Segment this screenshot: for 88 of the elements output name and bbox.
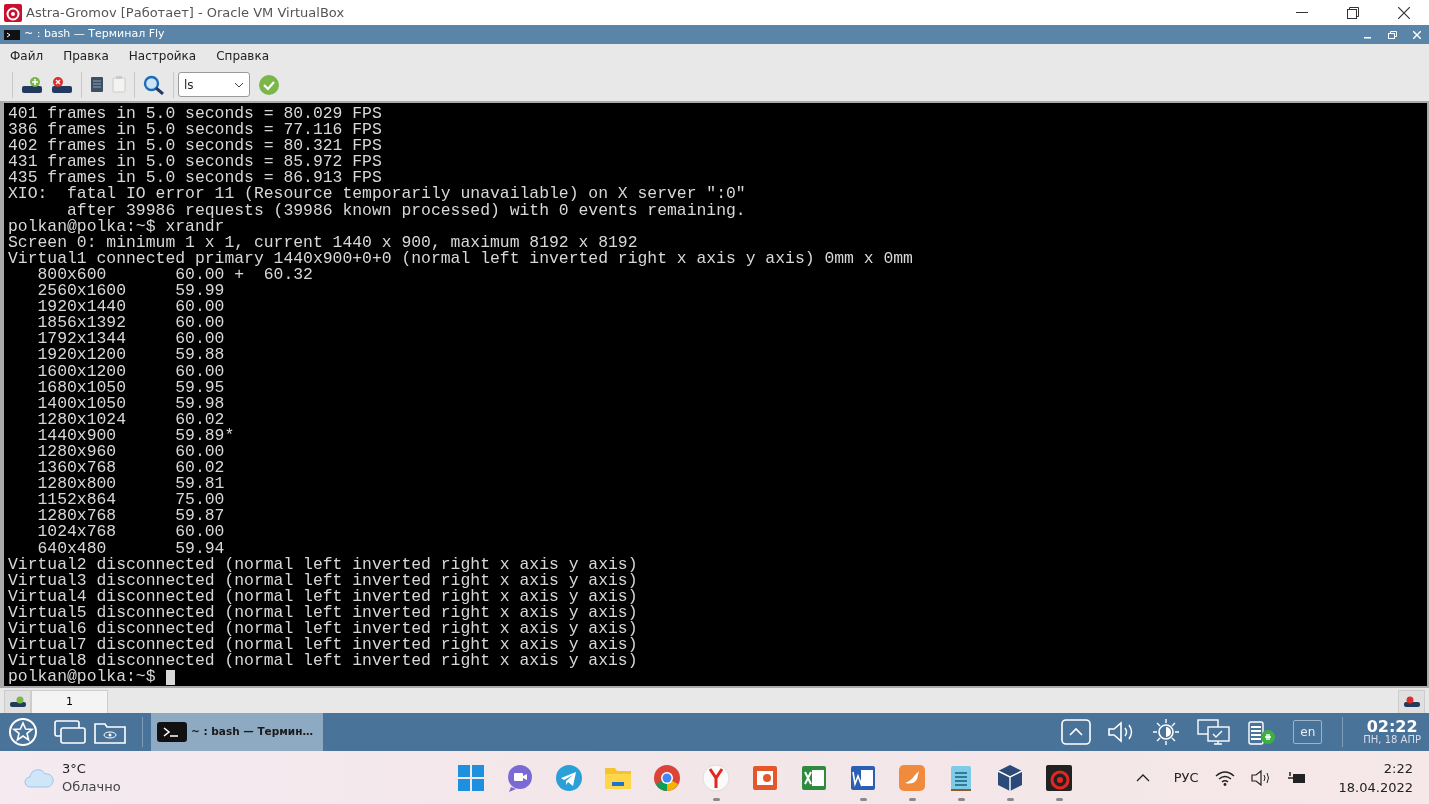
terminal-line: 1792x1344 60.00: [36, 331, 225, 348]
running-indicator: [1055, 798, 1063, 801]
terminal-line: 1280x960 60.00: [36, 443, 225, 461]
add-session-icon: [9, 696, 26, 708]
terminal-line: 1600x1200 60.00: [36, 363, 225, 380]
minimize-icon: [1295, 11, 1308, 14]
terminal-line: polkan@polka:~$ xrandr: [8, 218, 225, 235]
terminal-line: 1920x1200 59.88: [36, 347, 225, 364]
terminal-line: 800x600 60.00 + 60.32: [36, 266, 313, 284]
app-logo-icon: [4, 3, 22, 22]
taskbar-window-button[interactable]: ~ : bash — Термин…: [151, 713, 323, 751]
weather-text: Облачно: [62, 778, 121, 796]
window-title: ~ : bash — Терминал Fly: [24, 26, 165, 43]
terminal-line: 402 frames in 5.0 seconds = 80.321 FPS: [8, 138, 382, 155]
displays-icon[interactable]: [1197, 719, 1232, 745]
menu-item[interactable]: Правка: [53, 47, 119, 65]
terminal-line: Virtual5 disconnected (normal left inverted right x axis y axis): [8, 604, 638, 621]
terminal-line: 1280x800 59.81: [36, 476, 225, 493]
terminal-line: 1400x1050 59.98: [36, 395, 225, 412]
terminal-icon: [157, 722, 187, 742]
terminal-line: 1024x768 60.00: [36, 524, 225, 541]
terminal-tab[interactable]: 1: [31, 690, 108, 713]
brightness-icon[interactable]: [1151, 718, 1182, 746]
terminal-prompt: polkan@polka:~$: [8, 669, 156, 686]
terminal-icon: [4, 29, 20, 40]
running-indicator: [859, 798, 867, 801]
terminal-line: 1920x1440 60.00: [36, 299, 225, 316]
temperature-text: 3°C: [62, 760, 87, 778]
paper-plane-icon: [554, 763, 585, 793]
command-dropdown[interactable]: ls: [178, 72, 250, 97]
spiral-logo-icon: [1044, 763, 1075, 793]
clock-time: 02:22: [1366, 719, 1418, 734]
windows-icon[interactable]: [54, 720, 86, 744]
clock-time: 2:22: [1383, 760, 1413, 778]
clock-date: ПН, 18 АПР: [1363, 734, 1421, 745]
clock-date: 18.04.2022: [1338, 779, 1413, 797]
terminal-line: Virtual3 disconnected (normal left inverted right x axis y axis): [8, 572, 638, 589]
terminal-line: Virtual2 disconnected (normal left inverted right x axis y axis): [8, 556, 638, 573]
terminal-line: XIO: fatal IO error 11 (Resource temporarily unavailable) on X server ":0": [8, 186, 746, 203]
menu-item[interactable]: Справка: [206, 47, 280, 65]
terminal-line: 435 frames in 5.0 seconds = 86.913 FPS: [8, 170, 382, 187]
battery-charging-icon[interactable]: [1286, 770, 1307, 786]
keyboard-layout-indicator[interactable]: en: [1293, 720, 1323, 744]
terminal-line: Virtual8 disconnected (normal left inverted right x axis y axis): [8, 653, 638, 670]
running-indicator: [908, 798, 916, 801]
restore-icon: [1346, 6, 1359, 19]
terminal-line: 1280x1024 60.02: [36, 411, 225, 428]
expand-tray-icon[interactable]: [1135, 774, 1150, 782]
terminal-line: 1360x768 60.02: [36, 460, 225, 477]
close-icon: [1397, 6, 1410, 19]
new-tab-button[interactable]: [4, 690, 31, 713]
menu-item[interactable]: Файл: [0, 47, 54, 65]
terminal-line: 386 frames in 5.0 seconds = 77.116 FPS: [8, 122, 382, 139]
terminal-line: 2560x1600 59.99: [36, 283, 225, 300]
running-indicator: [1006, 798, 1014, 801]
terminal-line: 1280x768 59.87: [36, 508, 225, 525]
window-title: Astra-Gromov [Работает] - Oracle VM VirtualBox: [26, 3, 345, 22]
menu-item[interactable]: Настройка: [118, 47, 207, 65]
terminal-line: Virtual6 disconnected (normal left inverted right x axis y axis): [8, 621, 638, 638]
caret-icon: [234, 81, 244, 88]
input-language-indicator[interactable]: РУС: [1173, 768, 1199, 788]
terminal-line: 431 frames in 5.0 seconds = 85.972 FPS: [8, 154, 382, 171]
text-cursor: [165, 669, 175, 685]
terminal-line: 1856x1392 60.00: [36, 315, 225, 332]
terminal-line: Virtual1 connected primary 1440x900+0+0 (normal left inverted right x axis y axis) 0mm x 0mm: [8, 250, 913, 267]
running-indicator: [957, 798, 965, 801]
close-tab-button[interactable]: [1398, 690, 1425, 713]
terminal-line: 1152x864 75.00: [36, 492, 225, 509]
wifi-icon[interactable]: [1214, 770, 1235, 786]
terminal-line: Virtual7 disconnected (normal left inverted right x axis y axis): [8, 637, 638, 654]
running-indicator: [712, 798, 720, 801]
terminal-line: Screen 0: minimum 1 x 1, current 1440 x 900, maximum 8192 x 8192: [8, 234, 638, 251]
windows-logo-icon: [456, 763, 487, 793]
cloud-icon: [24, 767, 54, 789]
terminal-line: after 39986 requests (39986 known processed) with 0 events remaining.: [67, 202, 746, 219]
folder-eye-icon[interactable]: [94, 720, 126, 744]
terminal-line: 640x480 59.94: [37, 540, 225, 557]
dropdown-value: ls: [184, 76, 194, 94]
browser-icon: [652, 763, 683, 793]
start-menu-icon[interactable]: [8, 717, 38, 747]
remove-session-icon: [1403, 696, 1420, 708]
terminal-line: 1440x900 59.89*: [36, 427, 235, 444]
terminal-line: 1680x1050 59.95: [36, 379, 225, 396]
letter-y-icon: [701, 763, 732, 793]
terminal-line: 401 frames in 5.0 seconds = 80.029 FPS: [8, 106, 382, 123]
terminal-line: Virtual4 disconnected (normal left inverted right x axis y axis): [8, 588, 638, 605]
close-button[interactable]: [1413, 30, 1421, 39]
volume-icon[interactable]: [1250, 770, 1271, 786]
